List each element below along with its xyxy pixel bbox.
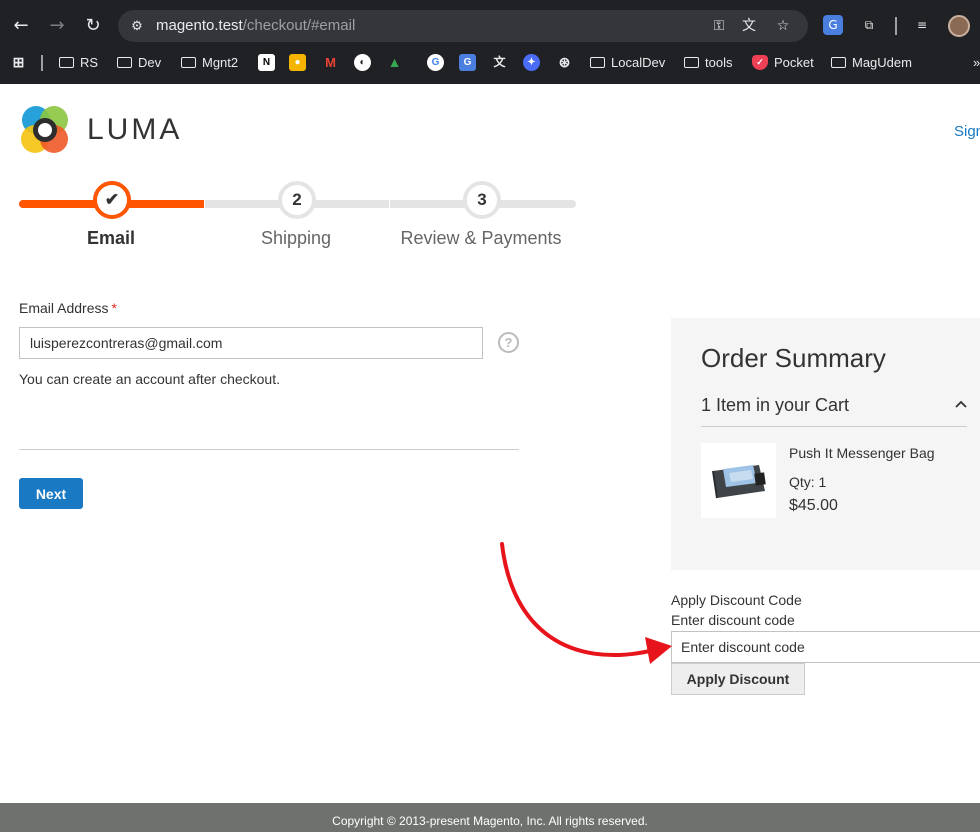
folder-icon	[181, 57, 196, 68]
folder-icon	[59, 57, 74, 68]
product-thumbnail	[701, 443, 776, 518]
chatgpt-icon[interactable]: ⊛	[556, 54, 573, 71]
apply-discount-button[interactable]: Apply Discount	[671, 663, 805, 695]
bookmark-folder-mgnt2[interactable]: Mgnt2	[181, 52, 238, 74]
bookmark-folder-dev[interactable]: Dev	[117, 52, 161, 74]
step-shipping-number: 2	[278, 181, 316, 219]
folder-icon	[684, 57, 699, 68]
pocket-icon[interactable]: ✓	[752, 55, 768, 70]
progress-divider	[204, 200, 205, 208]
discount-label: Enter discount code	[671, 612, 795, 628]
step-shipping-label: Shipping	[260, 228, 332, 248]
bookmark-folder-tools[interactable]: tools	[684, 52, 732, 74]
notion-icon[interactable]: N	[258, 54, 275, 71]
key-icon[interactable]: ⚿	[710, 17, 728, 35]
annotation-arrow-icon	[500, 542, 672, 664]
page-footer: Copyright © 2013-present Magento, Inc. A…	[0, 803, 980, 832]
keep-icon[interactable]: ●	[289, 54, 306, 71]
folder-icon	[117, 57, 132, 68]
product-price: $45.00	[789, 497, 838, 514]
gemini-icon[interactable]: ✦	[523, 54, 540, 71]
bookmark-folder-localdev[interactable]: LocalDev	[590, 52, 665, 74]
luma-wordmark[interactable]: LUMA	[87, 113, 182, 147]
email-field[interactable]	[19, 327, 483, 359]
bookmark-star-icon[interactable]: ☆	[774, 17, 792, 35]
required-mark: *	[111, 300, 117, 316]
url-text[interactable]: magento.test/checkout/#email	[156, 17, 355, 35]
account-note: You can create an account after checkout…	[19, 371, 280, 387]
sign-in-link[interactable]: Sign	[954, 123, 980, 140]
step-email-label: Email	[86, 228, 136, 248]
google-translate-extension-icon[interactable]: G	[823, 15, 843, 35]
bookmark-folder-rs[interactable]: RS	[59, 52, 98, 74]
back-icon[interactable]: ←	[8, 13, 34, 39]
discount-code-input[interactable]	[671, 631, 980, 663]
product-qty: Qty: 1	[789, 474, 827, 490]
forward-icon[interactable]: →	[44, 13, 70, 39]
extensions-puzzle-icon[interactable]: ⧉	[859, 15, 879, 35]
help-icon[interactable]: ?	[498, 332, 519, 353]
bookmarks-separator	[41, 55, 43, 71]
google-icon[interactable]: G	[427, 54, 444, 71]
address-bar[interactable]: ⚙ magento.test/checkout/#email ⚿ 文 ☆	[118, 10, 808, 42]
reload-icon[interactable]: ↻	[80, 13, 106, 39]
step-review-number: 3	[463, 181, 501, 219]
bookmarks-overflow-icon[interactable]: »	[973, 52, 980, 74]
translate-icon[interactable]: 文	[740, 17, 758, 35]
product-name: Push It Messenger Bag	[789, 445, 935, 461]
globe-icon[interactable]: ◐	[354, 54, 371, 71]
discount-title[interactable]: Apply Discount Code	[671, 592, 802, 608]
toolbar-separator	[895, 17, 897, 35]
bookmark-pocket[interactable]: Pocket	[774, 52, 814, 74]
profile-avatar[interactable]	[948, 15, 970, 37]
next-button[interactable]: Next	[19, 478, 83, 509]
reading-list-icon[interactable]: ≡	[912, 15, 932, 35]
copyright-text: Copyright © 2013-present Magento, Inc. A…	[332, 814, 648, 828]
email-label: Email Address *	[19, 300, 117, 316]
divider	[19, 449, 519, 450]
step-review-label: Review & Payments	[400, 228, 562, 248]
text-tool-icon[interactable]: 文	[491, 54, 508, 71]
chevron-up-icon[interactable]	[954, 397, 968, 411]
luma-logo-icon[interactable]	[19, 104, 71, 156]
cart-items-toggle[interactable]: 1 Item in your Cart	[701, 395, 849, 416]
apps-grid-icon[interactable]: ⊞	[10, 54, 27, 71]
folder-icon	[831, 57, 846, 68]
order-summary-title: Order Summary	[701, 343, 886, 373]
browser-chrome: ← → ↻ ⚙ magento.test/checkout/#email ⚿ 文…	[0, 0, 980, 84]
site-info-icon[interactable]: ⚙	[128, 17, 146, 35]
translate-bookmark-icon[interactable]: G	[459, 54, 476, 71]
progress-divider	[389, 200, 390, 208]
folder-icon	[590, 57, 605, 68]
step-email-checkmark-icon: ✔	[93, 181, 131, 219]
drive-icon[interactable]: ▲	[386, 54, 403, 71]
gmail-icon[interactable]: M	[322, 54, 339, 71]
summary-divider	[701, 426, 967, 427]
bookmark-folder-magudem[interactable]: MagUdem	[831, 52, 912, 74]
